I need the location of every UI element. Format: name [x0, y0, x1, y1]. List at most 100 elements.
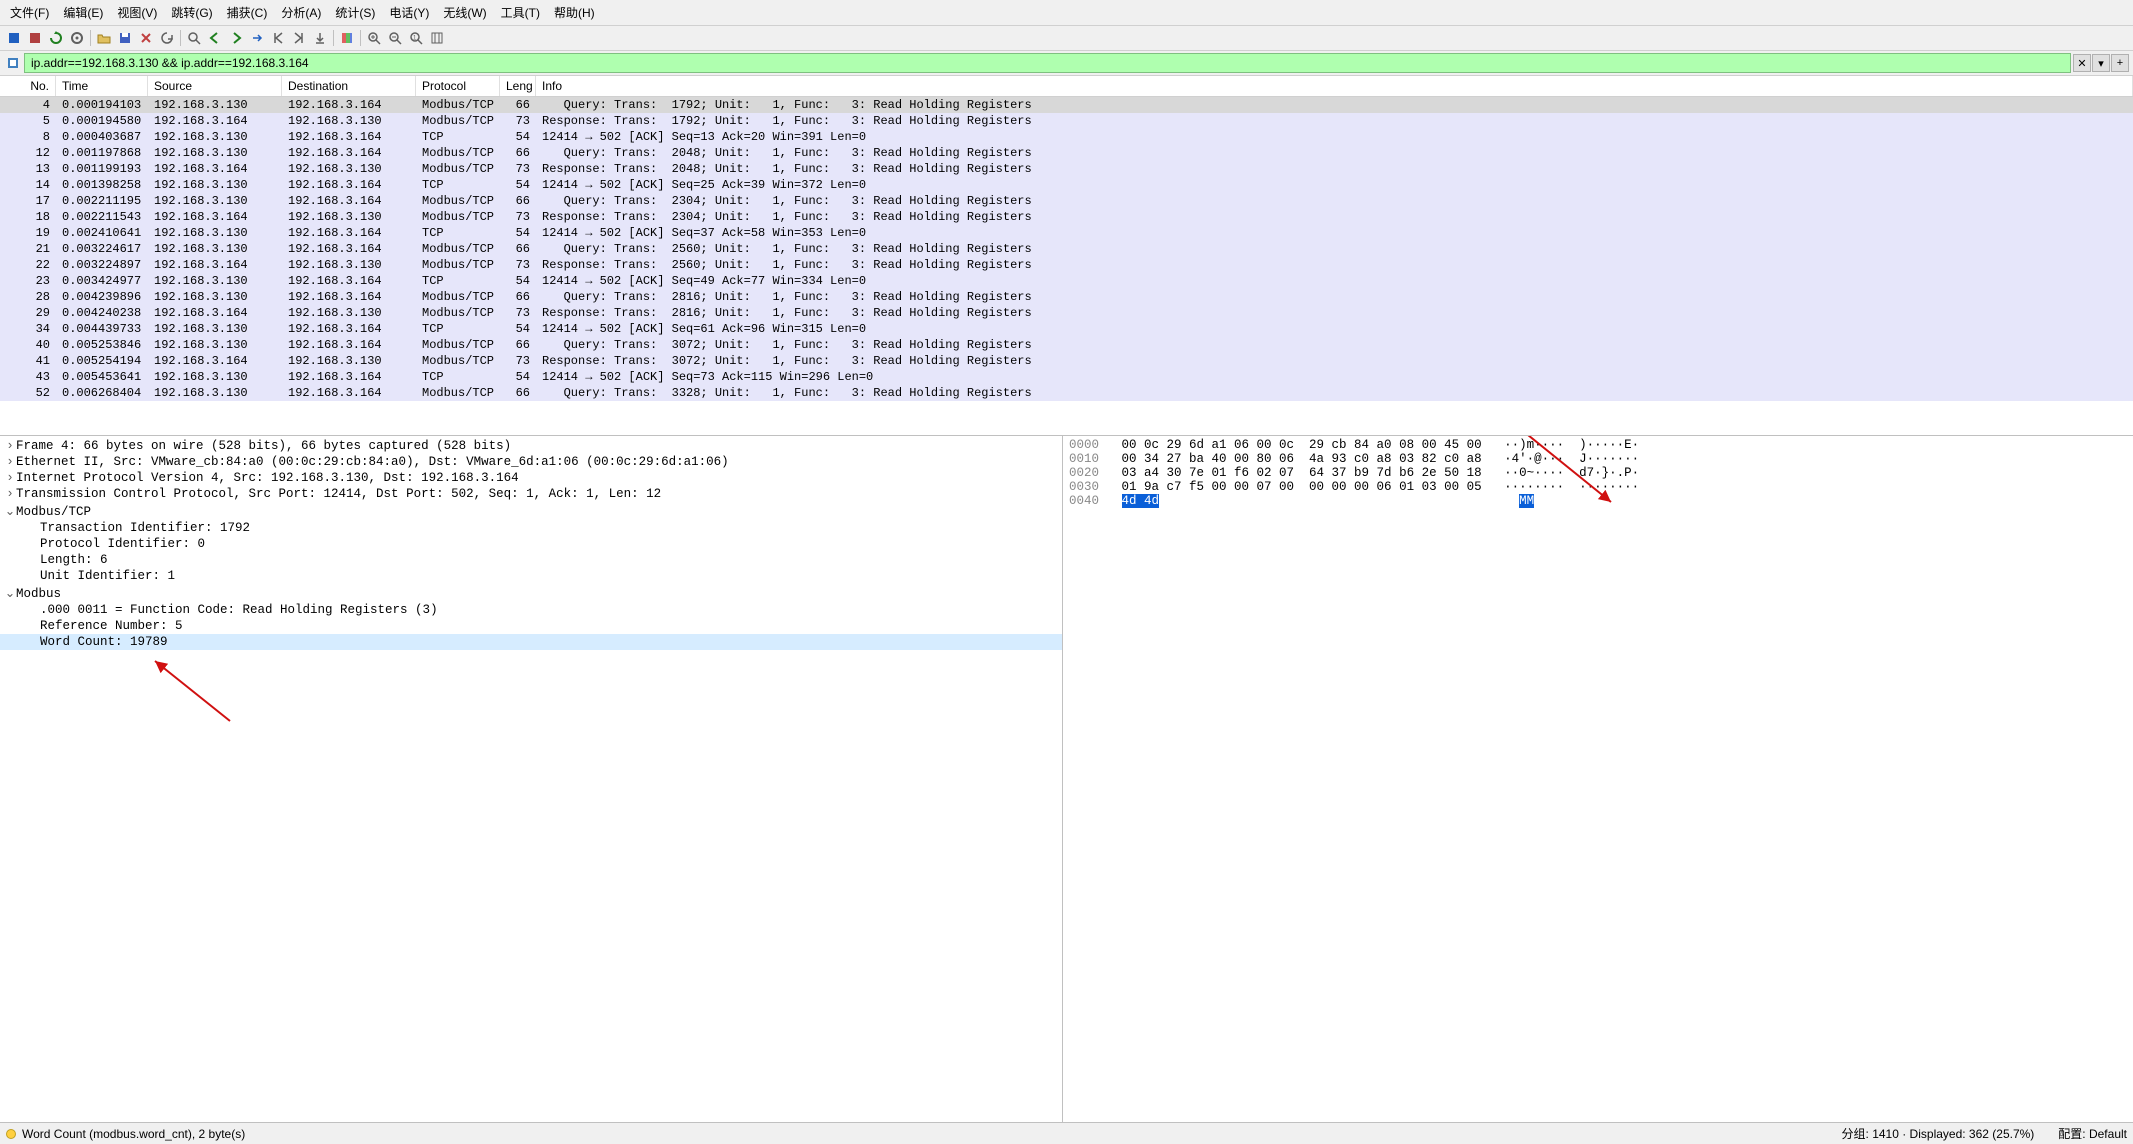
- toolbar-btn-next[interactable]: [226, 28, 246, 48]
- hex-row[interactable]: 0010 00 34 27 ba 40 00 80 06 4a 93 c0 a8…: [1067, 452, 2129, 466]
- packet-row[interactable]: 170.002211195192.168.3.130192.168.3.164M…: [0, 193, 2133, 209]
- packet-list-pane[interactable]: No. Time Source Destination Protocol Len…: [0, 76, 2133, 436]
- filter-add-button[interactable]: +: [2111, 54, 2129, 72]
- tree-row[interactable]: Reference Number: 5: [0, 618, 1062, 634]
- toolbar-btn-resize-cols[interactable]: [427, 28, 447, 48]
- packet-row[interactable]: 220.003224897192.168.3.164192.168.3.130M…: [0, 257, 2133, 273]
- menu-item[interactable]: 分析(A): [275, 2, 327, 23]
- tree-row[interactable]: ›Transmission Control Protocol, Src Port…: [0, 486, 1062, 502]
- packet-row[interactable]: 50.000194580192.168.3.164192.168.3.130Mo…: [0, 113, 2133, 129]
- menu-item[interactable]: 无线(W): [437, 2, 492, 23]
- hex-row[interactable]: 0030 01 9a c7 f5 00 00 07 00 00 00 00 06…: [1067, 480, 2129, 494]
- cell: 18: [0, 209, 56, 225]
- tree-row[interactable]: Length: 6: [0, 552, 1062, 568]
- col-header-protocol[interactable]: Protocol: [416, 76, 500, 96]
- hex-row[interactable]: 0020 03 a4 30 7e 01 f6 02 07 64 37 b9 7d…: [1067, 466, 2129, 480]
- filter-apply-button[interactable]: ▾: [2092, 54, 2110, 72]
- packet-row[interactable]: 190.002410641192.168.3.130192.168.3.164T…: [0, 225, 2133, 241]
- tree-caret-icon[interactable]: ⌄: [4, 503, 16, 519]
- expert-info-icon[interactable]: [6, 1129, 16, 1139]
- tree-caret-icon[interactable]: ›: [4, 487, 16, 501]
- toolbar-btn-first[interactable]: [268, 28, 288, 48]
- toolbar-btn-start[interactable]: [4, 28, 24, 48]
- tree-row[interactable]: Protocol Identifier: 0: [0, 536, 1062, 552]
- tree-row[interactable]: Word Count: 19789: [0, 634, 1062, 650]
- packet-row[interactable]: 410.005254194192.168.3.164192.168.3.130M…: [0, 353, 2133, 369]
- hex-row[interactable]: 0040 4d 4d MM: [1067, 494, 2129, 508]
- packet-bytes-pane[interactable]: 0000 00 0c 29 6d a1 06 00 0c 29 cb 84 a0…: [1063, 436, 2133, 1122]
- toolbar-btn-last[interactable]: [289, 28, 309, 48]
- packet-row[interactable]: 120.001197868192.168.3.130192.168.3.164M…: [0, 145, 2133, 161]
- packet-row[interactable]: 290.004240238192.168.3.164192.168.3.130M…: [0, 305, 2133, 321]
- packet-details-pane[interactable]: ›Frame 4: 66 bytes on wire (528 bits), 6…: [0, 436, 1063, 1122]
- bookmark-filter-icon[interactable]: [4, 54, 22, 72]
- tree-caret-icon[interactable]: ›: [4, 455, 16, 469]
- packet-row[interactable]: 400.005253846192.168.3.130192.168.3.164M…: [0, 337, 2133, 353]
- col-header-no[interactable]: No.: [0, 76, 56, 96]
- col-header-length[interactable]: Leng: [500, 76, 536, 96]
- packet-row[interactable]: 520.006268404192.168.3.130192.168.3.164M…: [0, 385, 2133, 401]
- tree-row[interactable]: ›Ethernet II, Src: VMware_cb:84:a0 (00:0…: [0, 454, 1062, 470]
- toolbar-btn-restart[interactable]: [46, 28, 66, 48]
- packet-row[interactable]: 40.000194103192.168.3.130192.168.3.164Mo…: [0, 97, 2133, 113]
- packet-row[interactable]: 130.001199193192.168.3.164192.168.3.130M…: [0, 161, 2133, 177]
- cell: Response: Trans: 1792; Unit: 1, Func: 3:…: [536, 113, 2133, 129]
- toolbar-btn-reload[interactable]: [157, 28, 177, 48]
- packet-row[interactable]: 280.004239896192.168.3.130192.168.3.164M…: [0, 289, 2133, 305]
- toolbar-btn-open[interactable]: [94, 28, 114, 48]
- menu-item[interactable]: 跳转(G): [165, 2, 218, 23]
- toolbar-separator: [333, 30, 334, 46]
- packet-row[interactable]: 340.004439733192.168.3.130192.168.3.164T…: [0, 321, 2133, 337]
- toolbar-btn-close[interactable]: [136, 28, 156, 48]
- menu-item[interactable]: 视图(V): [111, 2, 163, 23]
- menu-item[interactable]: 电话(Y): [383, 2, 435, 23]
- tree-caret-icon[interactable]: ⌄: [4, 585, 16, 601]
- tree-row[interactable]: Transaction Identifier: 1792: [0, 520, 1062, 536]
- tree-row[interactable]: Unit Identifier: 1: [0, 568, 1062, 584]
- menu-item[interactable]: 工具(T): [495, 2, 546, 23]
- tree-row[interactable]: ⌄Modbus/TCP: [0, 502, 1062, 520]
- toolbar-btn-autoscroll[interactable]: [310, 28, 330, 48]
- tree-row[interactable]: ›Internet Protocol Version 4, Src: 192.1…: [0, 470, 1062, 486]
- packet-list-header[interactable]: No. Time Source Destination Protocol Len…: [0, 76, 2133, 97]
- col-header-destination[interactable]: Destination: [282, 76, 416, 96]
- hex-row[interactable]: 0000 00 0c 29 6d a1 06 00 0c 29 cb 84 a0…: [1067, 438, 2129, 452]
- cell: 43: [0, 369, 56, 385]
- col-header-source[interactable]: Source: [148, 76, 282, 96]
- toolbar-btn-prev[interactable]: [205, 28, 225, 48]
- tree-row[interactable]: ⌄Modbus: [0, 584, 1062, 602]
- tree-row[interactable]: .000 0011 = Function Code: Read Holding …: [0, 602, 1062, 618]
- tree-caret-icon[interactable]: ›: [4, 439, 16, 453]
- display-filter-input[interactable]: [24, 53, 2071, 73]
- toolbar-btn-zoom-reset[interactable]: 1: [406, 28, 426, 48]
- toolbar-btn-colorize[interactable]: [337, 28, 357, 48]
- toolbar-btn-zoom-out[interactable]: [385, 28, 405, 48]
- filter-clear-button[interactable]: ✕: [2073, 54, 2091, 72]
- tree-row[interactable]: ›Frame 4: 66 bytes on wire (528 bits), 6…: [0, 438, 1062, 454]
- cell: 192.168.3.164: [282, 177, 416, 193]
- cell: 34: [0, 321, 56, 337]
- toolbar-btn-jump-to[interactable]: [247, 28, 267, 48]
- menu-item[interactable]: 帮助(H): [548, 2, 601, 23]
- menu-item[interactable]: 文件(F): [4, 2, 55, 23]
- status-profile[interactable]: 配置: Default: [2058, 1125, 2127, 1142]
- toolbar-btn-save[interactable]: [115, 28, 135, 48]
- toolbar-btn-stop[interactable]: [25, 28, 45, 48]
- packet-row[interactable]: 140.001398258192.168.3.130192.168.3.164T…: [0, 177, 2133, 193]
- toolbar-btn-options[interactable]: [67, 28, 87, 48]
- menu-item[interactable]: 统计(S): [329, 2, 381, 23]
- tree-caret-icon[interactable]: ›: [4, 471, 16, 485]
- packet-row[interactable]: 230.003424977192.168.3.130192.168.3.164T…: [0, 273, 2133, 289]
- cell: 192.168.3.130: [148, 177, 282, 193]
- toolbar-btn-zoom-in[interactable]: [364, 28, 384, 48]
- menu-item[interactable]: 捕获(C): [221, 2, 274, 23]
- menu-item[interactable]: 编辑(E): [57, 2, 109, 23]
- packet-row[interactable]: 180.002211543192.168.3.164192.168.3.130M…: [0, 209, 2133, 225]
- col-header-time[interactable]: Time: [56, 76, 148, 96]
- cell: 0.000194103: [56, 97, 148, 113]
- col-header-info[interactable]: Info: [536, 76, 2133, 96]
- packet-row[interactable]: 430.005453641192.168.3.130192.168.3.164T…: [0, 369, 2133, 385]
- toolbar-btn-find[interactable]: [184, 28, 204, 48]
- packet-row[interactable]: 210.003224617192.168.3.130192.168.3.164M…: [0, 241, 2133, 257]
- packet-row[interactable]: 80.000403687192.168.3.130192.168.3.164TC…: [0, 129, 2133, 145]
